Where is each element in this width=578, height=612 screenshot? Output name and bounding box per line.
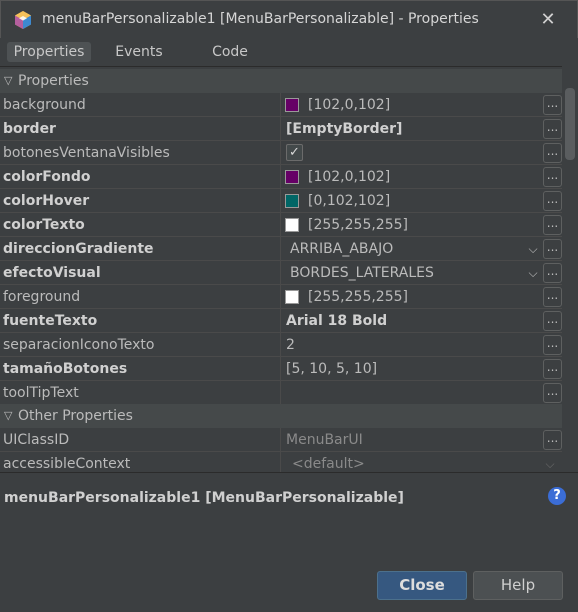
prop-name: foreground [3,289,81,305]
tab-events[interactable]: Events [104,42,174,62]
ellipsis-button[interactable]: ... [543,167,562,187]
ellipsis-button[interactable]: ... [543,143,562,163]
ellipsis-button[interactable]: ... [543,215,562,235]
prop-row-color-hover[interactable]: colorHover [0,102,102] ... [0,189,562,213]
prop-value: MenuBarUI [286,432,363,448]
prop-value[interactable]: Arial 18 Bold [286,309,387,333]
column-divider [280,309,281,332]
prop-row-efecto-visual[interactable]: efectoVisual BORDES_LATERALES ⌵ ... [0,261,562,285]
prop-row-fuente-texto[interactable]: fuenteTexto Arial 18 Bold ... [0,309,562,333]
description-panel: menuBarPersonalizable1 [MenuBarPersonali… [0,472,578,562]
ellipsis-button[interactable]: ... [543,311,562,331]
property-sheet: ▽ Properties background [102,0,102] ... … [0,66,578,476]
window-title: menuBarPersonalizable1 [MenuBarPersonali… [42,11,479,27]
prop-row-separacion-icono-texto[interactable]: separacionIconoTexto 2 ... [0,333,562,357]
ellipsis-button[interactable]: ... [543,383,562,403]
ellipsis-button[interactable]: ... [543,95,562,115]
prop-value[interactable]: [102,0,102] [308,165,390,189]
color-swatch [285,98,299,112]
column-divider [280,261,281,284]
chevron-down-icon: ▽ [4,409,13,422]
chevron-down-icon[interactable]: ⌵ [525,261,541,285]
dropdown-value[interactable]: BORDES_LATERALES [290,261,434,285]
prop-row-border[interactable]: border [EmptyBorder] ... [0,117,562,141]
prop-name: border [3,121,56,137]
column-divider [280,237,281,260]
ellipsis-button[interactable]: ... [543,287,562,307]
prop-row-foreground[interactable]: foreground [255,255,255] ... [0,285,562,309]
column-divider [280,285,281,308]
close-button[interactable]: Close [377,571,467,600]
tab-code[interactable]: Code [200,42,260,62]
prop-name: background [3,97,86,113]
ellipsis-button[interactable]: ... [543,359,562,379]
prop-row-color-texto[interactable]: colorTexto [255,255,255] ... [0,213,562,237]
netbeans-cube-icon [15,11,31,29]
column-divider [280,381,281,404]
close-icon[interactable]: ✕ [535,7,561,33]
prop-name: tamañoBotones [3,361,128,377]
chevron-down-icon: ▽ [4,74,13,87]
tab-properties[interactable]: Properties [7,42,91,62]
dropdown-value[interactable]: ARRIBA_ABAJO [290,237,393,261]
prop-name: separacionIconoTexto [3,337,155,353]
prop-value[interactable]: [102,0,102] [308,93,390,117]
prop-value[interactable]: [255,255,255] [308,285,408,309]
description-title: menuBarPersonalizable1 [MenuBarPersonali… [4,490,404,506]
color-swatch [285,290,299,304]
prop-row-background[interactable]: background [102,0,102] ... [0,93,562,117]
prop-row-direccion-gradiente[interactable]: direccionGradiente ARRIBA_ABAJO ⌵ ... [0,237,562,261]
column-divider [280,141,281,164]
color-swatch [285,170,299,184]
ellipsis-button[interactable]: ... [543,191,562,211]
prop-name: direccionGradiente [3,241,154,257]
column-divider [280,333,281,356]
prop-name: toolTipText [3,385,79,401]
prop-row-uiclassid[interactable]: UIClassID MenuBarUI ... [0,428,562,452]
prop-row-tamano-botones[interactable]: tamañoBotones [5, 10, 5, 10] ... [0,357,562,381]
ellipsis-button[interactable]: ... [543,263,562,283]
prop-name: colorFondo [3,169,91,185]
color-swatch [285,218,299,232]
chevron-down-icon[interactable]: ⌵ [525,237,541,261]
tab-bar: Properties Events Code [0,38,578,66]
prop-name: colorHover [3,193,90,209]
title-bar: menuBarPersonalizable1 [MenuBarPersonali… [0,0,578,38]
prop-value[interactable]: 2 [286,333,295,357]
column-divider [280,165,281,188]
column-divider [280,93,281,116]
prop-value[interactable]: [255,255,255] [308,213,408,237]
prop-name: efectoVisual [3,265,101,281]
ellipsis-button[interactable]: ... [543,335,562,355]
column-divider [280,357,281,380]
column-divider [280,117,281,140]
column-divider [280,189,281,212]
prop-name: colorTexto [3,217,85,233]
color-swatch [285,194,299,208]
prop-name: UIClassID [3,432,70,448]
ellipsis-button[interactable]: ... [543,239,562,259]
ellipsis-button[interactable]: ... [543,430,562,450]
section-properties[interactable]: ▽ Properties [0,69,562,93]
checkbox[interactable]: ✓ [286,144,303,161]
prop-name: fuenteTexto [3,313,98,329]
prop-value[interactable]: [0,102,102] [308,189,390,213]
column-divider [280,428,281,451]
prop-row-color-fondo[interactable]: colorFondo [102,0,102] ... [0,165,562,189]
prop-name: botonesVentanaVisibles [3,145,170,161]
ellipsis-button[interactable]: ... [543,119,562,139]
prop-value[interactable]: [EmptyBorder] [286,117,402,141]
prop-row-tooltip-text[interactable]: toolTipText ... [0,381,562,405]
help-icon[interactable]: ? [548,487,566,505]
section-label: Other Properties [18,408,133,424]
section-other-properties[interactable]: ▽ Other Properties [0,404,562,428]
prop-row-botones-ventana[interactable]: botonesVentanaVisibles ✓ ... [0,141,562,165]
column-divider [280,213,281,236]
scrollbar-thumb[interactable] [565,88,575,160]
help-button[interactable]: Help [473,571,563,600]
prop-value[interactable]: [5, 10, 5, 10] [286,357,377,381]
section-label: Properties [18,73,89,89]
